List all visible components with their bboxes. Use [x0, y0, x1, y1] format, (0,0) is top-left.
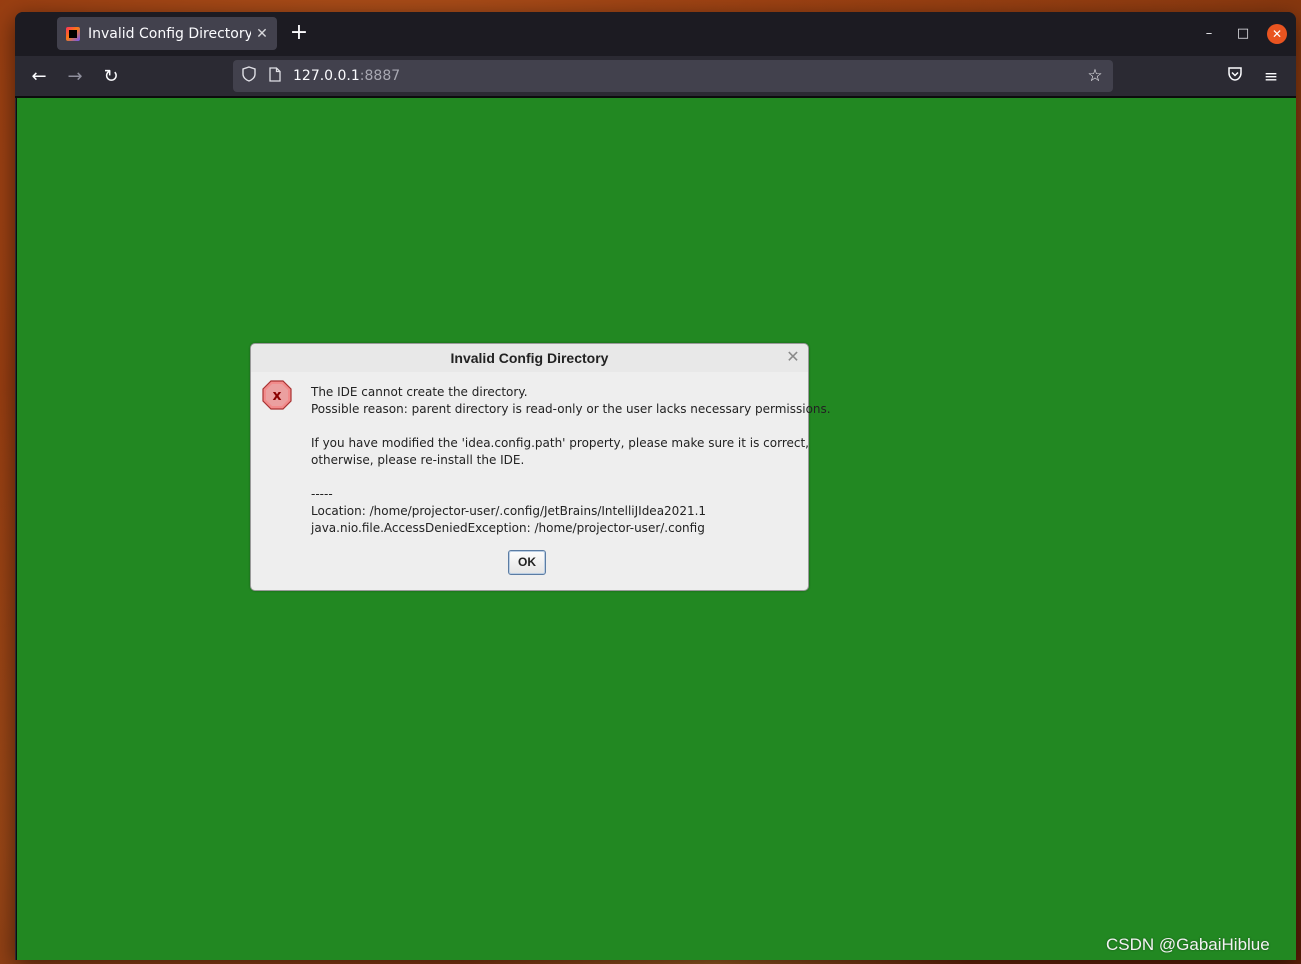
message-line: Possible reason: parent directory is rea… — [311, 402, 831, 416]
minimize-button[interactable]: – — [1199, 24, 1219, 44]
url-text[interactable]: 127.0.0.1:8887 — [293, 68, 400, 84]
shield-icon-svg — [242, 66, 256, 82]
reload-button[interactable]: ↻ — [98, 64, 124, 90]
tab-title: Invalid Config Directory — [88, 25, 251, 42]
error-icon: x — [262, 380, 292, 410]
error-octagon-svg: x — [262, 380, 292, 410]
new-tab-button[interactable]: + — [287, 22, 311, 46]
dialog-message: The IDE cannot create the directory. Pos… — [311, 384, 831, 537]
dialog-title: Invalid Config Directory — [251, 344, 808, 372]
message-line: java.nio.file.AccessDeniedException: /ho… — [311, 521, 705, 535]
dialog-close-icon[interactable]: ✕ — [784, 348, 802, 366]
page-icon-svg — [269, 66, 281, 82]
tab-close-icon[interactable]: ✕ — [251, 26, 273, 42]
ok-button[interactable]: OK — [508, 550, 546, 575]
maximize-button[interactable]: □ — [1233, 24, 1253, 44]
pocket-icon[interactable] — [1223, 65, 1247, 89]
window-close-button[interactable]: ✕ — [1267, 24, 1287, 44]
error-dialog: Invalid Config Directory ✕ x The IDE can… — [250, 343, 831, 591]
url-port: :8887 — [359, 68, 401, 84]
message-line: Location: /home/projector-user/.config/J… — [311, 504, 707, 518]
shield-icon[interactable] — [241, 66, 257, 86]
message-line: The IDE cannot create the directory. — [311, 385, 528, 399]
url-host: 127.0.0.1 — [293, 68, 360, 84]
url-bar[interactable]: 127.0.0.1:8887 ☆ — [233, 60, 1113, 92]
watermark: CSDN @GabaiHiblue — [1106, 935, 1270, 954]
svg-text:x: x — [272, 388, 281, 404]
message-line: If you have modified the 'idea.config.pa… — [311, 436, 809, 450]
pocket-icon-svg — [1228, 67, 1242, 81]
back-button[interactable]: ← — [26, 64, 52, 90]
bookmark-star-icon[interactable]: ☆ — [1083, 64, 1107, 88]
browser-tab[interactable]: Invalid Config Directory ✕ — [57, 17, 277, 50]
message-line: otherwise, please re-install the IDE. — [311, 453, 525, 467]
forward-button[interactable]: → — [62, 64, 88, 90]
message-line: ----- — [311, 487, 333, 501]
intellij-icon — [66, 26, 80, 41]
page-content: Invalid Config Directory ✕ x The IDE can… — [16, 98, 1296, 960]
tab-strip: Invalid Config Directory ✕ + – □ ✕ — [15, 12, 1296, 56]
page-icon — [267, 66, 283, 86]
navigation-toolbar: ← → ↻ 127.0.0.1:8887 ☆ ≡ — [15, 56, 1296, 96]
hamburger-menu-icon[interactable]: ≡ — [1259, 65, 1283, 89]
browser-window: Invalid Config Directory ✕ + – □ ✕ ← → ↻… — [15, 12, 1296, 960]
